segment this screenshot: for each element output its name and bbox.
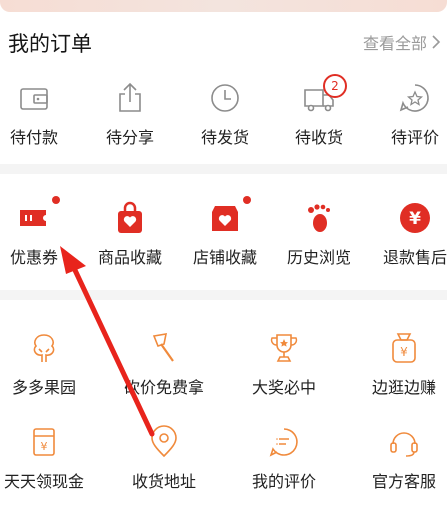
section-divider (0, 290, 447, 300)
orders-row: 待付款 待分享 待发货 2 待收货 待评价 (0, 74, 447, 156)
order-pending-shipment[interactable]: 待发货 (179, 76, 271, 156)
coupon-icon (20, 210, 46, 226)
tool-browse-earn-label: 边逛边赚 (371, 378, 436, 397)
svg-text:¥: ¥ (409, 209, 421, 229)
service-product-favorites[interactable]: 商品收藏 (84, 196, 176, 276)
clock-icon (211, 84, 239, 112)
footprint-icon (308, 204, 330, 232)
tool-customer-service[interactable]: 官方客服 (358, 420, 447, 500)
tool-duoduo-orchard[interactable]: 多多果园 (0, 326, 90, 406)
service-refund-aftersales-label: 退款售后 (382, 248, 447, 267)
store-heart-icon (212, 206, 238, 231)
tool-bargain-free[interactable]: 砍价免费拿 (118, 326, 210, 406)
view-all-orders-link[interactable]: 查看全部 (363, 30, 441, 54)
review-icon (399, 84, 429, 112)
tool-bargain-free-label: 砍价免费拿 (123, 378, 204, 397)
tool-shipping-address[interactable]: 收货地址 (118, 420, 210, 500)
orders-header: 我的订单 查看全部 (0, 20, 447, 64)
bag-heart-icon (118, 201, 142, 233)
coupon-notification-dot (52, 196, 60, 204)
order-pending-receipt[interactable]: 2 待收货 (273, 74, 365, 156)
tree-icon (33, 334, 55, 362)
tool-customer-service-label: 官方客服 (371, 472, 436, 491)
tool-grand-prize-label: 大奖必中 (251, 378, 316, 397)
tool-grand-prize[interactable]: 大奖必中 (238, 326, 330, 406)
order-pending-payment[interactable]: 待付款 (0, 76, 80, 156)
tool-daily-cash-label: 天天领现金 (3, 472, 84, 491)
wallet-icon (20, 88, 48, 110)
service-store-favorites[interactable]: 店铺收藏 (179, 196, 271, 276)
store-favorites-notification-dot (243, 196, 251, 204)
service-coupons[interactable]: 优惠券 (0, 196, 80, 276)
service-browsing-history-label: 历史浏览 (286, 248, 351, 267)
pending-receipt-count-badge: 2 (323, 74, 347, 98)
money-bag-icon: ¥ (392, 333, 416, 363)
headset-icon (390, 432, 418, 457)
services-row: 优惠券 商品收藏 店铺收藏 历史浏览 ¥ 退款售后 (0, 196, 447, 276)
service-store-favorites-label: 店铺收藏 (192, 248, 257, 267)
view-all-label: 查看全部 (362, 34, 427, 53)
service-browsing-history[interactable]: 历史浏览 (273, 196, 365, 276)
tool-my-reviews[interactable]: 我的评价 (238, 420, 330, 500)
tools-row-1: 多多果园 砍价免费拿 大奖必中 ¥ 边逛边赚 (0, 326, 447, 406)
orders-title: 我的订单 (8, 32, 92, 56)
location-icon (151, 425, 177, 458)
tool-shipping-address-label: 收货地址 (131, 472, 196, 491)
order-pending-share[interactable]: 待分享 (84, 76, 176, 156)
tool-my-reviews-label: 我的评价 (251, 472, 316, 491)
chevron-right-icon (432, 35, 441, 49)
tool-daily-cash[interactable]: ¥ 天天领现金 (0, 420, 90, 500)
service-product-favorites-label: 商品收藏 (97, 248, 162, 267)
order-pending-shipment-label: 待发货 (200, 128, 249, 147)
yen-circle-icon: ¥ (400, 203, 430, 233)
cash-icon: ¥ (33, 428, 55, 456)
order-pending-review[interactable]: 待评价 (369, 76, 447, 156)
svg-text:¥: ¥ (41, 440, 48, 453)
tools-row-2: ¥ 天天领现金 收货地址 我的评价 官方客服 (0, 420, 447, 500)
order-pending-share-label: 待分享 (105, 128, 154, 147)
order-pending-review-label: 待评价 (390, 128, 439, 147)
svg-text:¥: ¥ (400, 345, 408, 359)
top-banner-strip (0, 0, 447, 12)
axe-icon (152, 333, 174, 362)
comment-icon (269, 428, 298, 457)
order-pending-receipt-label: 待收货 (294, 128, 343, 147)
section-divider (0, 164, 447, 174)
tool-browse-earn[interactable]: ¥ 边逛边赚 (358, 326, 447, 406)
share-icon (119, 82, 141, 112)
trophy-icon (270, 334, 298, 362)
order-pending-payment-label: 待付款 (9, 128, 58, 147)
service-refund-aftersales[interactable]: ¥ 退款售后 (369, 196, 447, 276)
tool-duoduo-orchard-label: 多多果园 (11, 378, 76, 397)
service-coupons-label: 优惠券 (9, 248, 58, 267)
